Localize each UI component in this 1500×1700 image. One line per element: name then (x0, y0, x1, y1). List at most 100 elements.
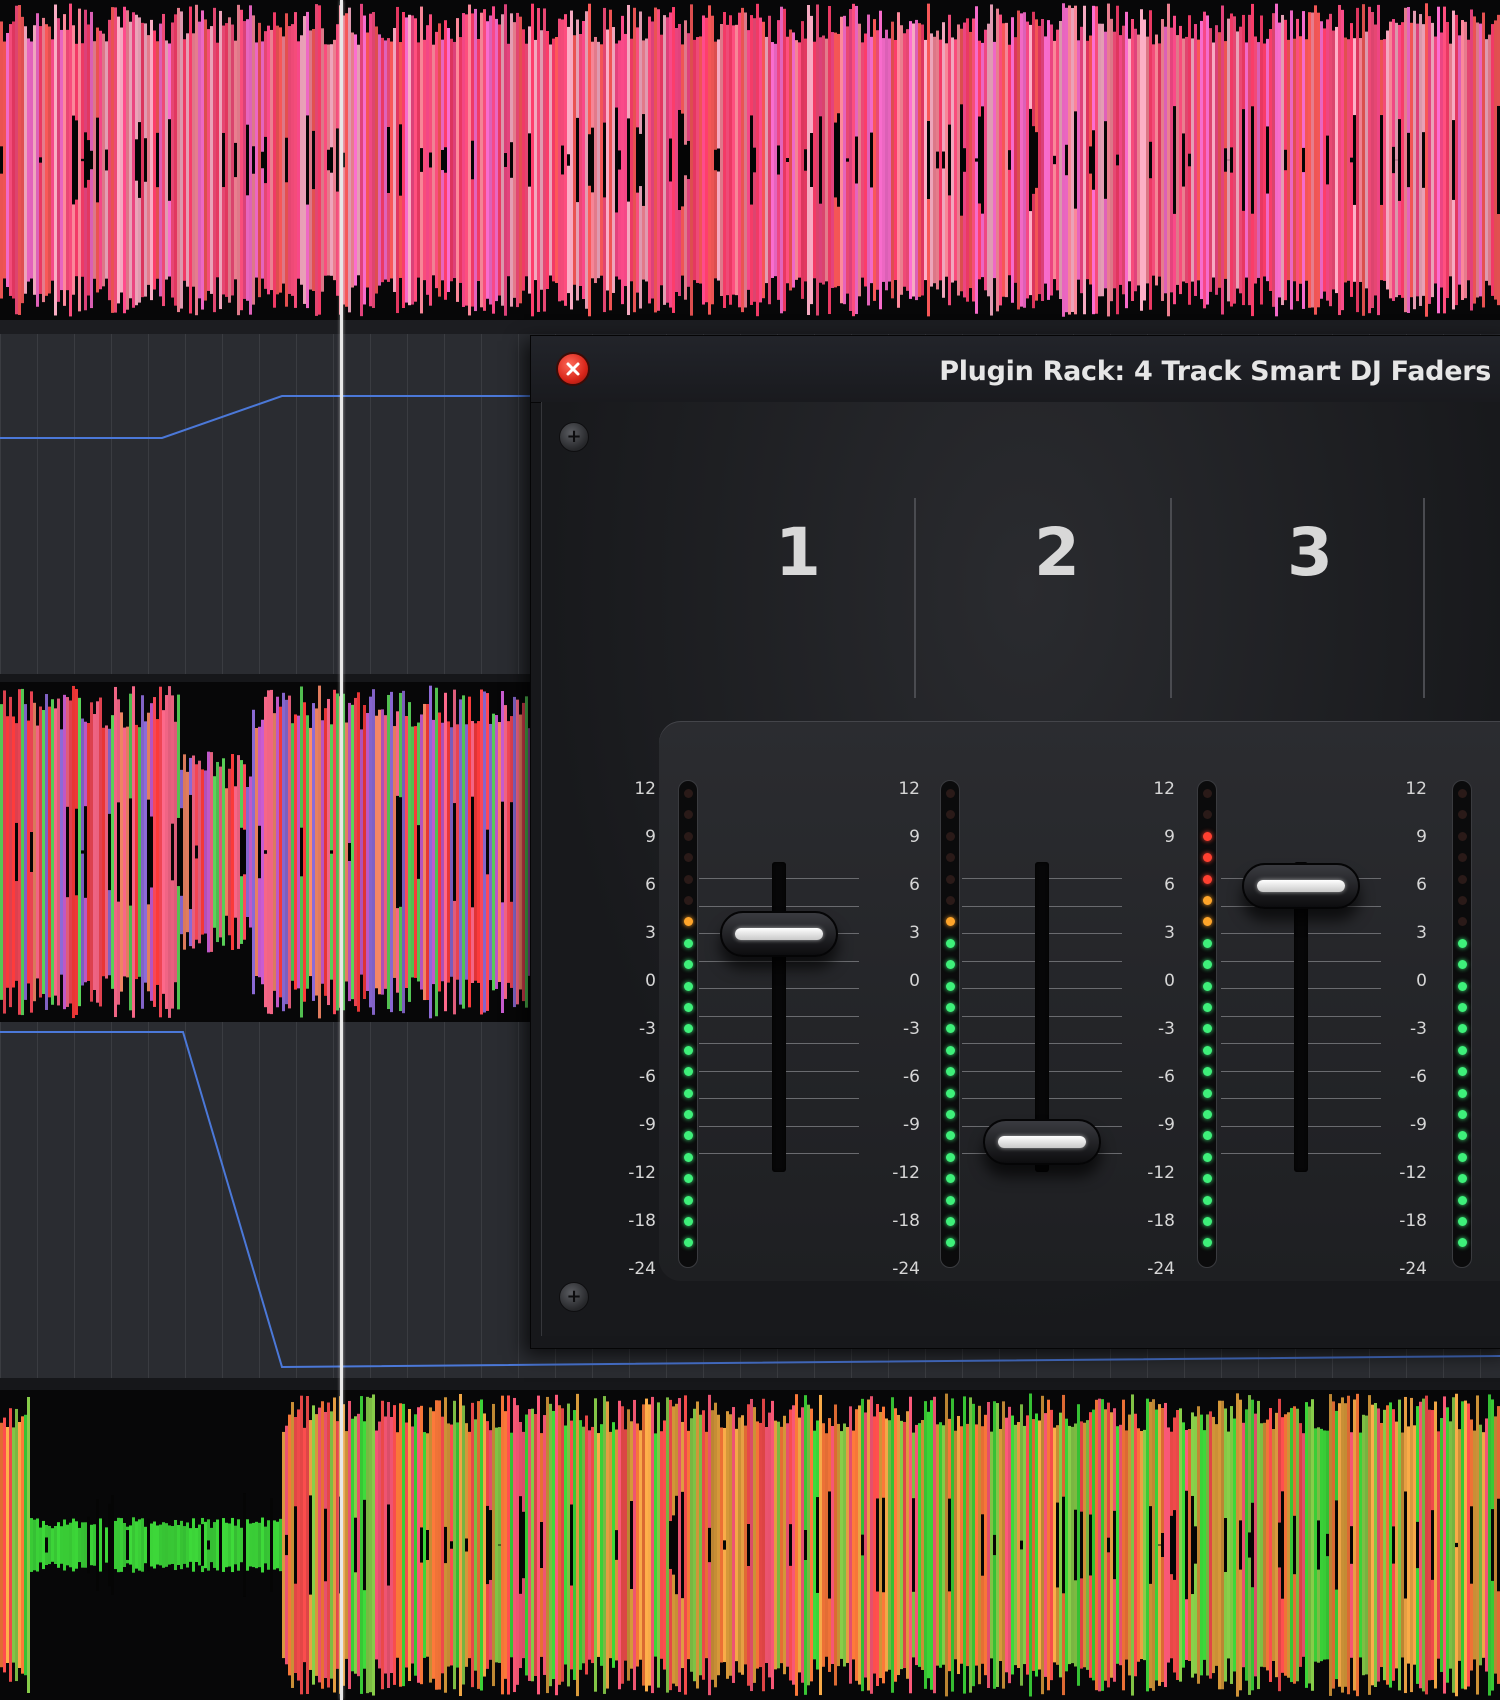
waveform-gap (246, 124, 249, 196)
plugin-rack-titlebar[interactable]: Plugin Rack: 4 Track Smart DJ Faders (531, 336, 1500, 403)
waveform-sample (891, 1397, 894, 1693)
waveform-sample (435, 31, 438, 289)
waveform-sample (225, 788, 228, 916)
playhead-cursor[interactable] (340, 0, 343, 1700)
waveform-gap (1416, 1521, 1419, 1569)
fader-track-1[interactable] (772, 862, 786, 1172)
waveform-sample (186, 771, 189, 933)
waveform-gap (669, 1521, 672, 1569)
meter-led (946, 1024, 955, 1034)
waveform-sample (864, 1412, 867, 1678)
waveform-gap (1089, 1514, 1092, 1576)
waveform-sample (888, 38, 891, 282)
meter-led (1203, 1152, 1212, 1162)
db-scale-label: 6 (1416, 875, 1427, 895)
waveform-sample (1212, 1416, 1215, 1674)
waveform-sample (1413, 1425, 1416, 1665)
level-meter-3 (1197, 780, 1217, 1268)
close-button[interactable] (556, 352, 590, 386)
waveform-gap (834, 122, 837, 198)
fader-knob-2[interactable] (983, 1119, 1101, 1165)
waveform-sample (1062, 3, 1065, 317)
waveform-sample (462, 695, 465, 1009)
waveform-gap (588, 134, 591, 186)
waveform-sample (636, 1423, 639, 1667)
waveform-sample (285, 699, 288, 1005)
waveform-gap (615, 107, 618, 213)
waveform-sample (1473, 16, 1476, 304)
waveform-gap (471, 140, 474, 180)
waveform-sample (1182, 1422, 1185, 1668)
waveform-sample (3, 690, 6, 1014)
waveform-sample (36, 1518, 39, 1572)
waveform-sample (174, 14, 177, 306)
waveform-sample (648, 1404, 651, 1686)
waveform-sample (1389, 21, 1392, 299)
waveform-sample (849, 1406, 852, 1684)
waveform-sample (1158, 43, 1161, 277)
waveform-sample (882, 38, 885, 282)
waveform-sample (294, 12, 297, 308)
waveform-gap (261, 151, 264, 169)
waveform-sample (327, 698, 330, 1006)
waveform-sample (1311, 12, 1314, 308)
waveform-sample (780, 1426, 783, 1664)
track-lane-1[interactable] (0, 0, 1500, 320)
waveform-sample (39, 1527, 42, 1563)
waveform-sample (612, 27, 615, 293)
waveform-sample (291, 723, 294, 981)
waveform-sample (255, 727, 258, 977)
waveform-gap (1248, 1532, 1251, 1558)
db-scale-label: 12 (634, 779, 656, 799)
waveform-sample (204, 770, 207, 934)
waveform-sample (318, 5, 321, 315)
meter-led (946, 1174, 955, 1184)
waveform-sample (126, 10, 129, 310)
track-lane-3[interactable] (0, 1390, 1500, 1700)
waveform-gap (861, 1534, 864, 1556)
waveform-sample (1026, 21, 1029, 299)
waveform-sample (480, 689, 483, 1015)
waveform-sample (204, 1521, 207, 1569)
waveform-sample (102, 727, 105, 977)
waveform-sample (465, 14, 468, 306)
waveform-sample (252, 1522, 255, 1568)
db-scale-label: 9 (1164, 827, 1175, 847)
waveform-sample (453, 41, 456, 279)
waveform-sample (414, 1414, 417, 1676)
waveform-sample (24, 1414, 27, 1676)
waveform-sample (828, 5, 831, 315)
waveform-sample (990, 4, 993, 316)
waveform-sample (0, 1422, 3, 1668)
fader-knob-1[interactable] (720, 911, 838, 957)
automation-curve-1[interactable] (0, 334, 540, 674)
waveform-sample (1458, 35, 1461, 285)
waveform-gap (1056, 1502, 1059, 1588)
waveform-sample (687, 1430, 690, 1660)
waveform-sample (1434, 36, 1437, 284)
waveform-sample (756, 3, 759, 317)
meter-led (1458, 1024, 1467, 1034)
waveform-sample (141, 695, 144, 1009)
waveform-sample (228, 17, 231, 303)
fader-knob-3[interactable] (1242, 863, 1360, 909)
waveform-sample (885, 29, 888, 291)
waveform-gap (603, 122, 606, 198)
waveform-gap (591, 127, 594, 193)
waveform-sample (657, 9, 660, 311)
waveform-sample (777, 1421, 780, 1669)
db-scale-label: -12 (892, 1163, 920, 1183)
waveform-sample (456, 1422, 459, 1668)
waveform-sample (507, 43, 510, 277)
meter-led (946, 810, 955, 820)
waveform-sample (774, 1420, 777, 1670)
waveform-sample (123, 6, 126, 314)
waveform-sample (1299, 36, 1302, 284)
meter-led (684, 1088, 693, 1098)
waveform-sample (783, 8, 786, 312)
waveform-sample (1455, 14, 1458, 306)
waveform-sample (1041, 18, 1044, 302)
waveform-sample (546, 1396, 549, 1694)
waveform-sample (24, 26, 27, 294)
waveform-sample (1206, 1414, 1209, 1676)
